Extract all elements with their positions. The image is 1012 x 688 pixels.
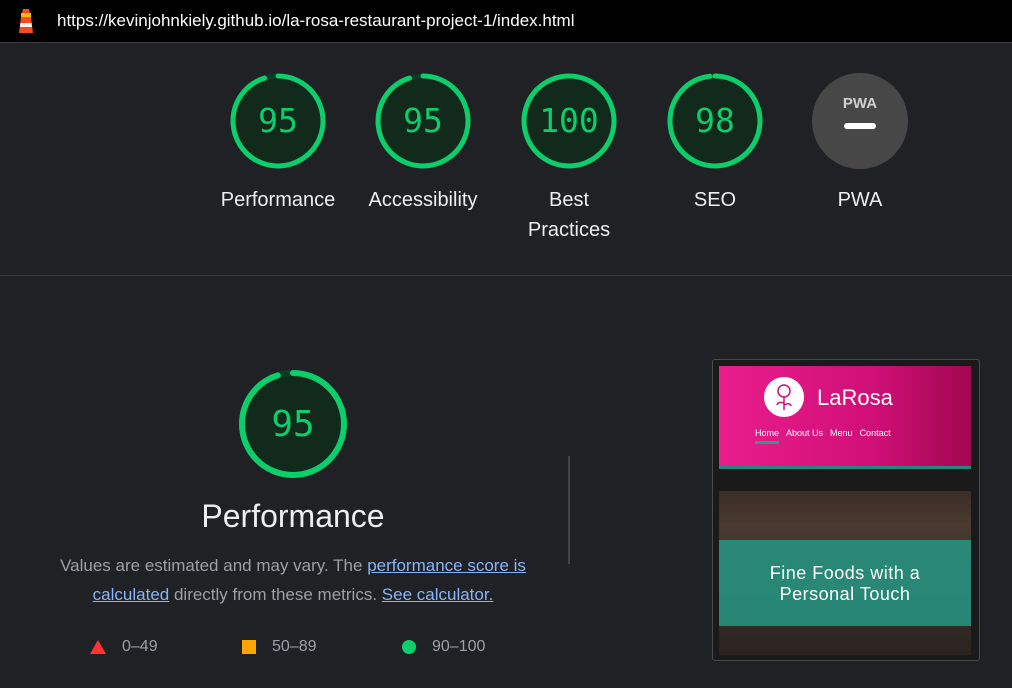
category-gauges: 95 Performance 95 Accessibility 100 Best… [0,43,1012,276]
category-label: SEO [693,189,737,211]
category-label: Accessibility [368,189,478,211]
score-ring: 95 [230,73,326,169]
category-label: Performance [220,189,336,211]
section-divider [568,456,570,564]
final-screenshot[interactable]: LaRosa Home About Us Menu Contact Fine F… [719,366,971,655]
performance-description: Values are estimated and may vary. The p… [48,551,538,609]
gauge-seo[interactable]: 98 SEO [650,71,780,215]
nav-about: About Us [786,428,824,438]
score-value: 100 [539,101,599,140]
site-header [719,366,971,466]
hero-tagline: Fine Foods with a Personal Touch [719,563,971,605]
score-ring: 95 [239,370,347,478]
circle-icon [402,640,416,654]
nav-home: Home [755,428,780,444]
hero-awning [719,469,971,491]
performance-gauge-large: 95 [237,368,349,485]
performance-score: 95 [271,404,314,445]
see-calculator-link[interactable]: See calculator. [382,585,494,604]
site-nav: Home About Us Menu Contact [755,428,891,444]
legend-range: 0–49 [122,638,158,655]
legend-range: 50–89 [272,638,317,655]
tagline-line-1: Fine Foods with a [769,563,921,583]
score-ring: 98 [667,73,763,169]
pwa-badge-icon: PWA [812,73,908,169]
score-value: 98 [695,101,735,140]
score-ring: 95 [375,73,471,169]
legend-fail: 0–49 [90,638,158,656]
address-bar: https://kevinjohnkiely.github.io/la-rosa… [0,0,1012,43]
desc-text-middle: directly from these metrics. [169,585,382,604]
square-icon [242,640,256,654]
triangle-icon [90,640,106,654]
gauge-pwa[interactable]: PWA PWA [795,71,925,215]
pwa-badge-text: PWA [843,95,877,112]
gauge-accessibility[interactable]: 95 Accessibility [358,71,488,215]
gauge-best-practices[interactable]: 100 Best Practices [504,71,634,245]
lighthouse-icon [19,9,33,33]
legend-range: 90–100 [432,638,486,655]
tagline-line-2: Personal Touch [779,584,911,604]
performance-title: Performance [201,498,385,534]
desc-text-prefix: Values are estimated and may vary. The [60,556,368,575]
score-value: 95 [403,101,443,140]
legend-pass: 90–100 [402,638,485,656]
nav-contact: Contact [859,428,891,438]
gauge-performance[interactable]: 95 Performance [213,71,343,215]
nav-menu: Menu [830,428,853,438]
category-label: PWA [837,189,883,211]
legend-average: 50–89 [242,638,317,656]
site-brand: LaRosa [817,385,893,410]
page-url[interactable]: https://kevinjohnkiely.github.io/la-rosa… [57,11,575,31]
score-value: 95 [258,101,298,140]
score-ring: 100 [521,73,617,169]
rose-logo-icon [764,377,804,417]
category-label: Best Practices [527,189,611,241]
